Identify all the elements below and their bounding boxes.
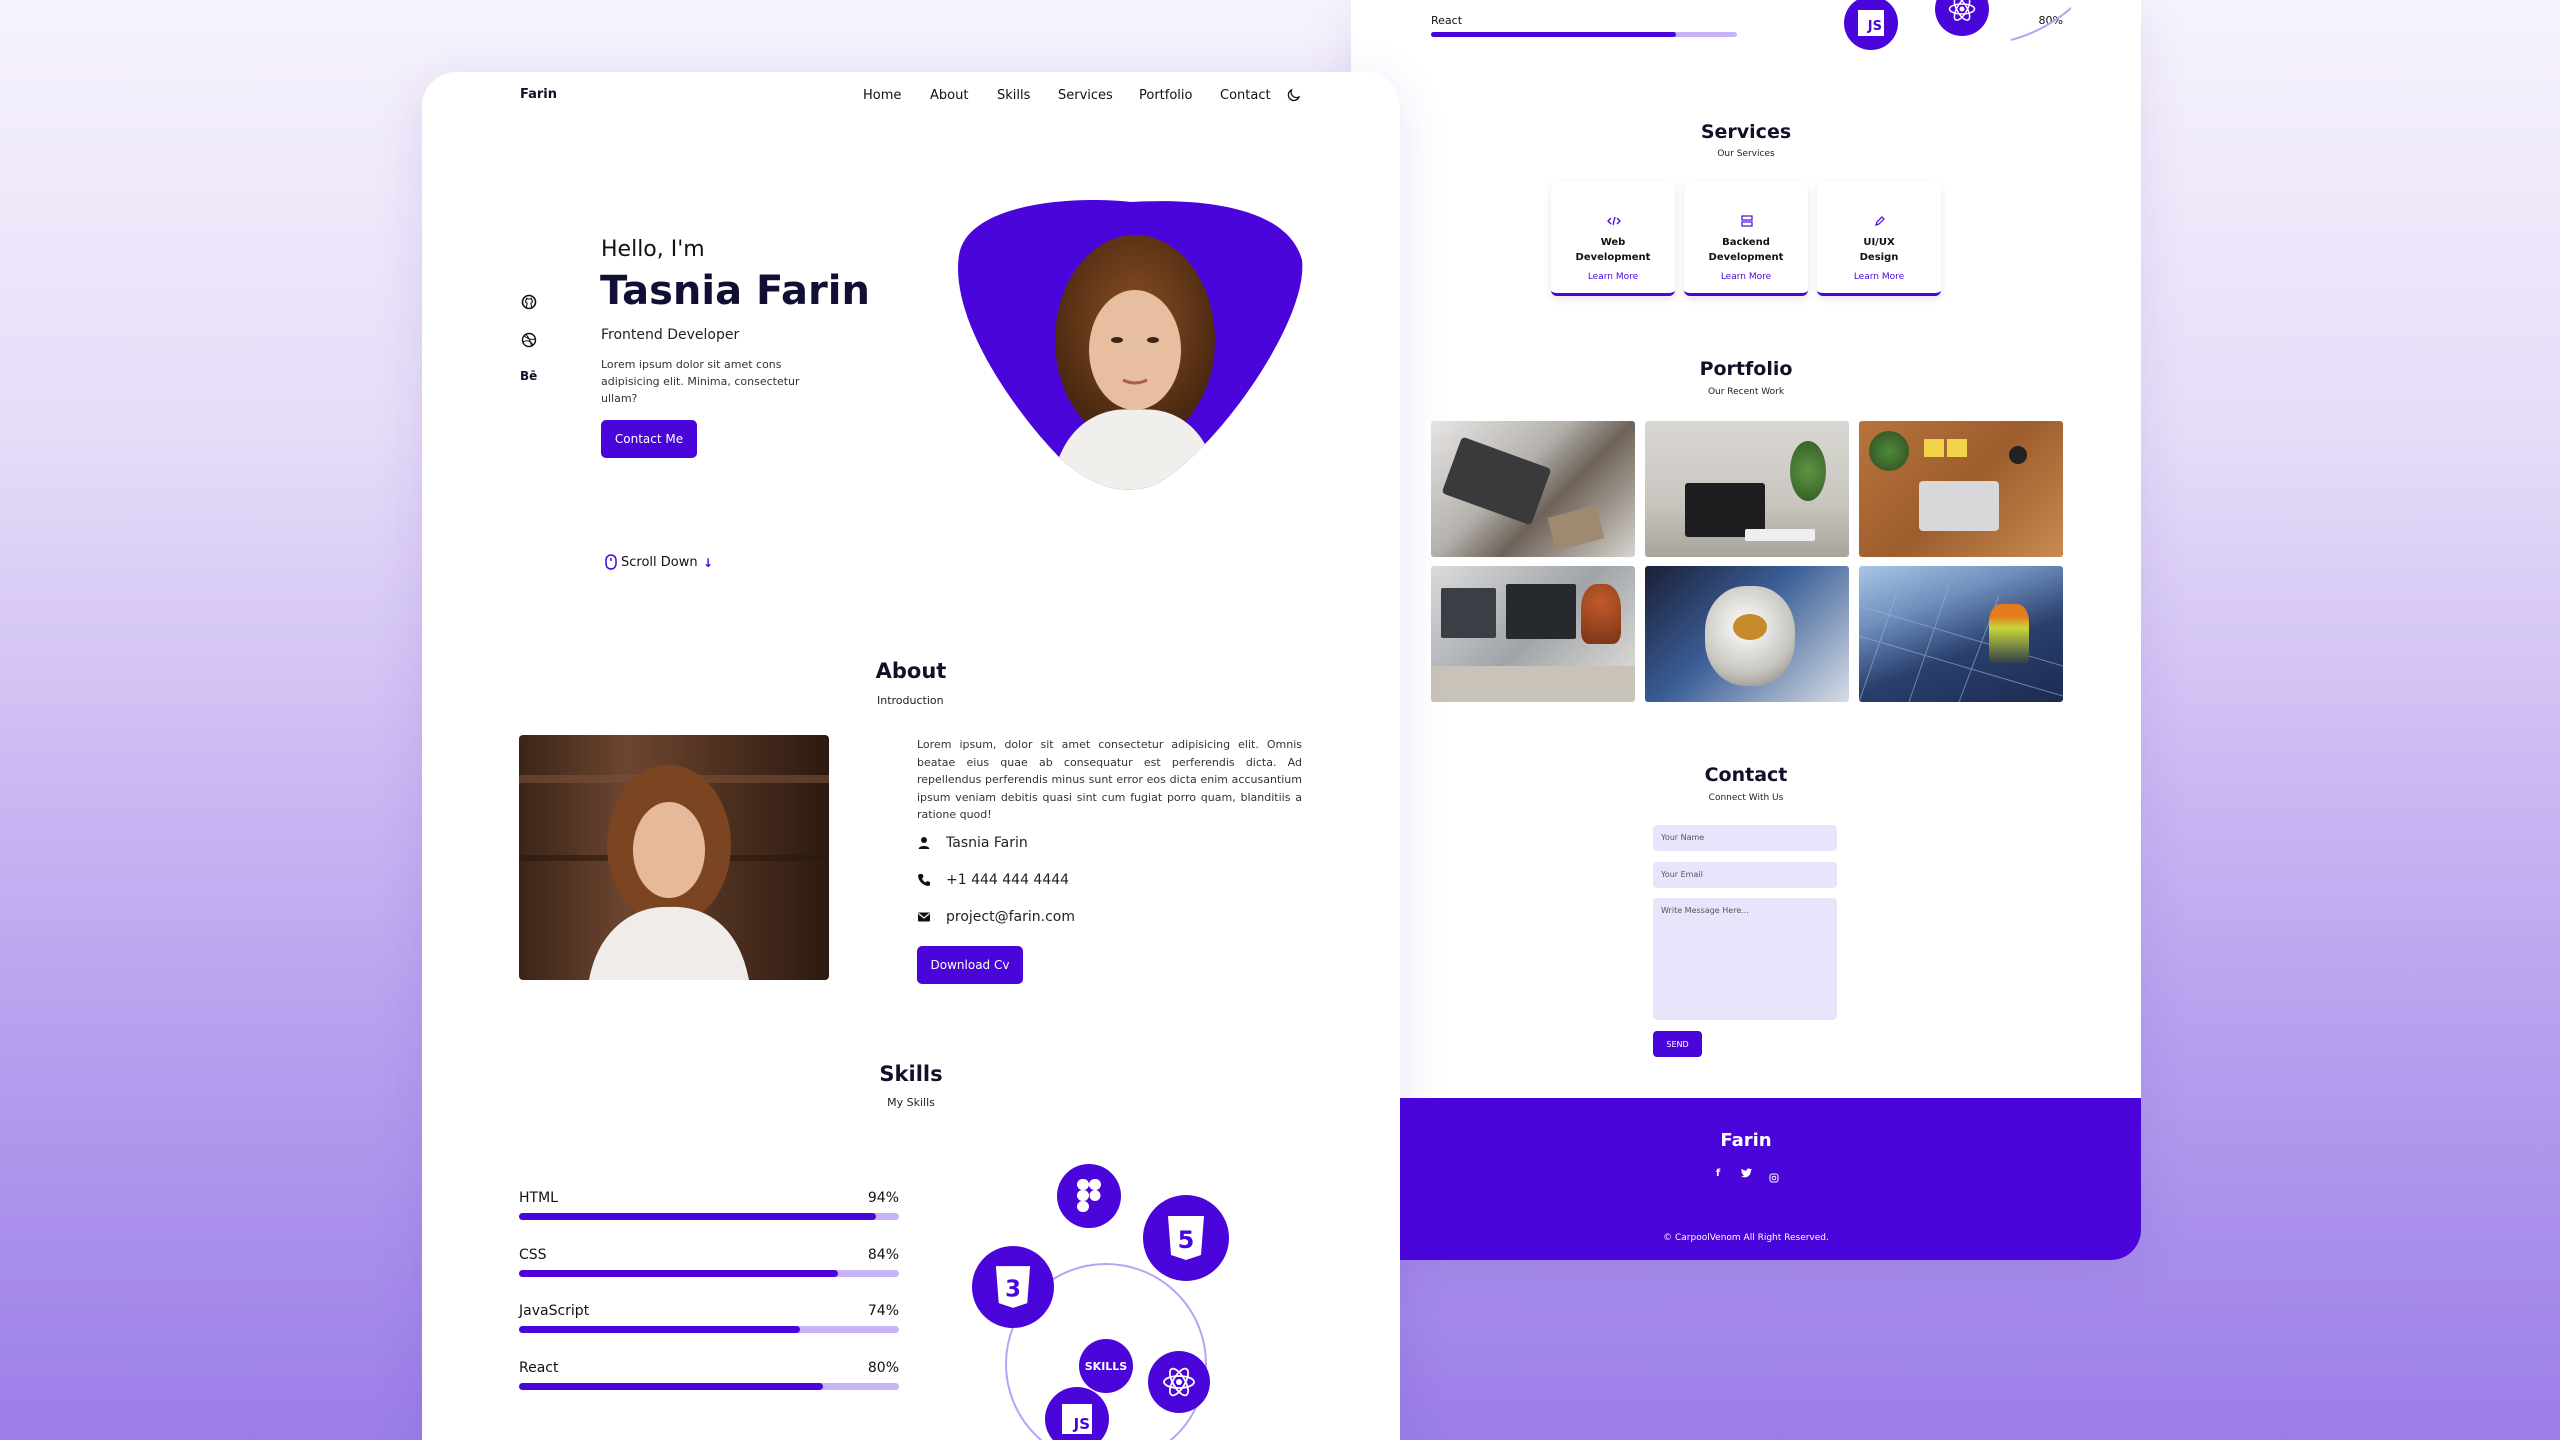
figma-icon	[1057, 1164, 1121, 1228]
footer: Farin f © CarpoolVenom All Right Reserve…	[1351, 1098, 2141, 1260]
back-skill-track	[1431, 32, 1737, 37]
skills-title: Skills	[879, 1062, 943, 1086]
instagram-icon[interactable]	[1767, 1168, 1781, 1187]
service-card-uiux[interactable]: UI/UX Design Learn More	[1817, 182, 1941, 296]
moon-icon[interactable]	[1286, 87, 1302, 103]
solar-panels-photo[interactable]	[1859, 566, 2063, 702]
skill-track	[519, 1270, 899, 1277]
arrow-down-icon: ↓	[703, 556, 714, 570]
nav-contact[interactable]: Contact	[1220, 88, 1271, 103]
copyright: © CarpoolVenom All Right Reserved.	[1663, 1233, 1829, 1243]
contact-me-button[interactable]: Contact Me	[601, 420, 697, 458]
back-skill-fill	[1431, 32, 1676, 37]
skill-fill	[519, 1326, 801, 1333]
services-title: Services	[1700, 121, 1792, 143]
skill-name: HTML	[519, 1190, 558, 1206]
mail-icon	[918, 912, 930, 922]
hero-role: Frontend Developer	[601, 327, 740, 343]
portfolio-title: Portfolio	[1699, 358, 1793, 380]
brand-logo[interactable]: Farin	[520, 87, 557, 102]
back-skill-name: React	[1431, 14, 1463, 27]
laptop-desk-photo[interactable]	[1431, 421, 1635, 557]
woman-coding-photo[interactable]	[1431, 566, 1635, 702]
service-line2: Design	[1859, 252, 1899, 263]
skill-percent: 84%	[867, 1247, 899, 1263]
hero-name: Tasnia Farin	[600, 268, 870, 314]
svg-text:3: 3	[1005, 1277, 1021, 1303]
service-line1: Web	[1600, 237, 1626, 248]
about-subtitle: Introduction	[877, 694, 944, 707]
nav-skills[interactable]: Skills	[997, 88, 1030, 103]
footer-brand: Farin	[1720, 1130, 1772, 1151]
wood-desk-photo[interactable]	[1859, 421, 2063, 557]
phone-icon	[918, 874, 930, 886]
astronaut-photo[interactable]	[1645, 566, 1849, 702]
skills-subtitle: My Skills	[887, 1096, 935, 1109]
github-icon[interactable]	[521, 294, 537, 310]
skill-percent: 80%	[867, 1360, 899, 1376]
dribbble-icon[interactable]	[521, 332, 537, 348]
facebook-icon[interactable]: f	[1711, 1168, 1725, 1179]
service-line2: Development	[1575, 252, 1651, 263]
skill-percent: 94%	[867, 1190, 899, 1206]
about-text: Lorem ipsum, dolor sit amet consectetur …	[917, 738, 1302, 821]
skill-name: CSS	[519, 1247, 547, 1263]
mouse-icon	[605, 554, 617, 570]
skill-name: React	[519, 1360, 559, 1376]
skill-name: JavaScript	[519, 1303, 590, 1319]
skill-fill	[519, 1383, 823, 1390]
html5-icon: 5	[1143, 1195, 1229, 1281]
send-button[interactable]: SEND	[1653, 1031, 1702, 1057]
pen-icon	[1875, 216, 1885, 226]
nav-home[interactable]: Home	[863, 88, 901, 103]
code-icon	[1607, 216, 1621, 226]
hero-text: Lorem ipsum dolor sit amet cons adipisic…	[601, 358, 800, 405]
about-title: About	[875, 659, 947, 683]
email-input[interactable]: Your Email	[1653, 862, 1837, 888]
skills-center-badge: SKILLS	[1079, 1339, 1133, 1393]
about-email: project@farin.com	[946, 909, 1075, 925]
hero-greeting: Hello, I'm	[601, 237, 705, 262]
nav-portfolio[interactable]: Portfolio	[1139, 88, 1192, 103]
message-textarea[interactable]: Write Message Here...	[1653, 898, 1837, 1020]
skill-percent: 74%	[867, 1303, 899, 1319]
services-subtitle: Our Services	[1717, 149, 1775, 159]
server-icon	[1741, 215, 1753, 227]
learn-more-link[interactable]: Learn More	[1817, 272, 1941, 282]
react-icon	[1148, 1351, 1210, 1413]
skill-fill	[519, 1213, 877, 1220]
css3-icon: 3	[972, 1246, 1054, 1328]
learn-more-link[interactable]: Learn More	[1551, 272, 1675, 282]
twitter-icon[interactable]	[1739, 1168, 1753, 1181]
back-skill-orbit	[2010, 6, 2071, 41]
nav-about[interactable]: About	[930, 88, 968, 103]
desk-plant-photo[interactable]	[1645, 421, 1849, 557]
portfolio-subtitle: Our Recent Work	[1707, 387, 1785, 397]
name-input[interactable]: Your Name	[1653, 825, 1837, 851]
svg-text:5: 5	[1178, 1226, 1195, 1254]
download-cv-button[interactable]: Download Cv	[917, 946, 1023, 984]
about-phone: +1 444 444 4444	[946, 872, 1070, 888]
skill-track	[519, 1213, 899, 1220]
hero-portrait	[957, 200, 1305, 490]
scroll-down-link[interactable]: Scroll Down	[621, 555, 698, 570]
back-page: React 80% JS Services Our Services Web De…	[1351, 0, 2141, 1260]
service-line1: Backend	[1722, 237, 1770, 248]
about-person: Tasnia Farin	[946, 835, 1028, 851]
front-page: Farin Home About Skills Services Portfol…	[422, 72, 1400, 1440]
service-line2: Development	[1708, 252, 1784, 263]
skill-track	[519, 1326, 899, 1333]
service-line1: UI/UX	[1863, 237, 1895, 248]
skill-track	[519, 1383, 899, 1390]
behance-icon[interactable]: Bē	[520, 369, 537, 383]
learn-more-link[interactable]: Learn More	[1684, 272, 1808, 282]
contact-title: Contact	[1704, 764, 1788, 786]
user-icon	[918, 837, 930, 849]
skill-fill	[519, 1270, 839, 1277]
contact-subtitle: Connect With Us	[1708, 793, 1784, 803]
nav-services[interactable]: Services	[1058, 88, 1113, 103]
service-card-backend[interactable]: Backend Development Learn More	[1684, 182, 1808, 296]
service-card-web[interactable]: Web Development Learn More	[1551, 182, 1675, 296]
about-photo	[519, 735, 829, 980]
